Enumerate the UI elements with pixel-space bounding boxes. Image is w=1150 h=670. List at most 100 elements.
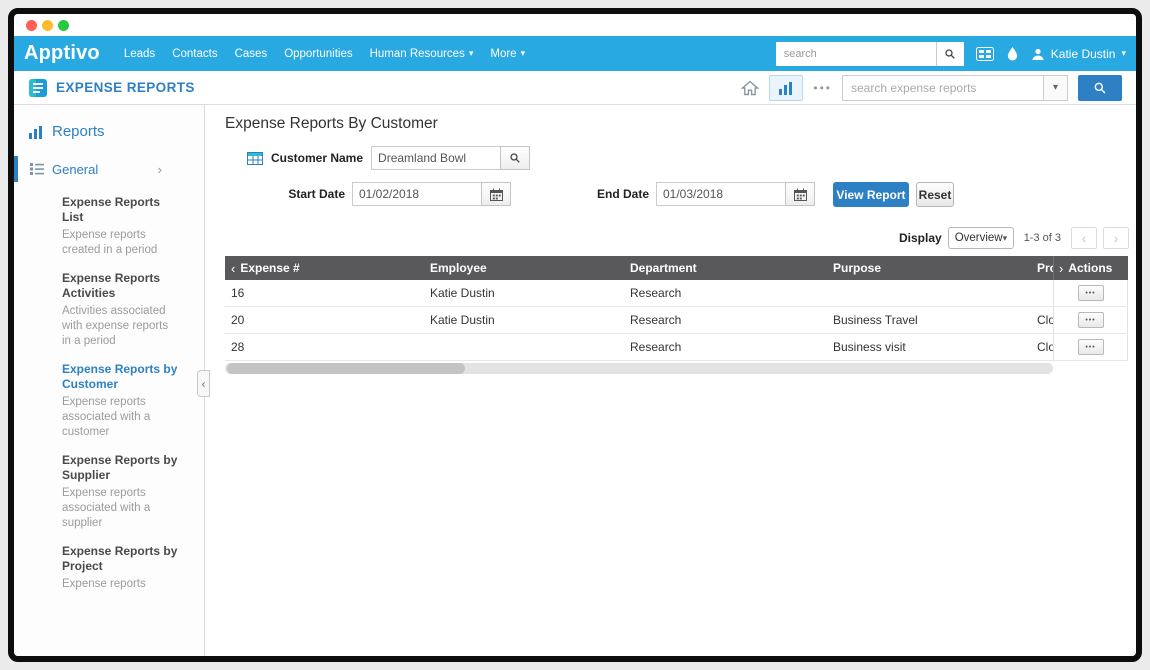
row-actions-button[interactable]: ••• [1078, 339, 1104, 355]
search-scope-dropdown[interactable]: ▾ [1043, 76, 1067, 100]
close-window-button[interactable] [26, 20, 37, 31]
sidebar-report-item[interactable]: Expense Reports by CustomerExpense repor… [62, 362, 178, 440]
expense-table: ‹Expense #Employee Department Purpose Pro › A… [225, 256, 1128, 361]
chevron-right-icon: › [1114, 230, 1119, 246]
calendar-icon [794, 188, 807, 201]
menu-item-human-resources[interactable]: Human Resources▾ [370, 48, 474, 60]
expense-reports-module-icon [28, 78, 48, 98]
bar-chart-icon [28, 125, 44, 139]
cell-employee [428, 334, 628, 360]
module-search-button[interactable] [1078, 75, 1122, 101]
report-main: Expense Reports By Customer Customer Nam… [205, 105, 1136, 656]
row-actions-button[interactable]: ••• [1078, 285, 1104, 301]
column-header-pro[interactable]: Pro [1035, 256, 1053, 280]
content-area: Reports General › Expense Reports ListEx… [14, 105, 1136, 656]
column-label: Employee [430, 261, 487, 275]
apptivo-logo[interactable]: Apptivo [24, 42, 100, 65]
menu-item-leads[interactable]: Leads [124, 48, 155, 60]
reports-view-toggle[interactable] [769, 75, 803, 101]
sidebar-collapse-handle[interactable]: ‹ [197, 370, 210, 397]
horizontal-scrollbar-thumb[interactable] [227, 363, 465, 374]
chevron-right-icon: › [158, 162, 162, 177]
row-actions-button[interactable]: ••• [1078, 312, 1104, 328]
column-label: Department [630, 261, 697, 275]
chevron-left-icon: ‹ [1082, 230, 1087, 246]
column-header-purpose[interactable]: Purpose [831, 256, 1035, 280]
report-item-title: Expense Reports Activities [62, 271, 178, 301]
cell-purpose: Business visit [831, 334, 1035, 360]
cell-department: Research [628, 334, 831, 360]
customer-icon [247, 152, 263, 165]
report-item-title: Expense Reports by Project [62, 544, 178, 574]
report-item-title: Expense Reports List [62, 195, 178, 225]
cell-employee: Katie Dustin [428, 307, 628, 333]
horizontal-scrollbar-track[interactable] [225, 363, 1053, 374]
column-header-department[interactable]: Department [628, 256, 831, 280]
cell-actions: ••• [1053, 307, 1128, 333]
module-search-input[interactable] [843, 76, 1043, 100]
start-date-calendar-button[interactable] [481, 182, 511, 206]
table-header: ‹Expense #Employee Department Purpose Pro › A… [225, 256, 1128, 280]
column-label: Actions [1068, 261, 1112, 275]
app-window: Apptivo Leads Contacts Cases Opportunities H… [8, 8, 1142, 662]
chevron-down-icon: ▾ [521, 49, 526, 58]
column-header-actions[interactable]: › Actions [1053, 256, 1128, 280]
global-search [776, 42, 964, 66]
cell-expense-number: 20 [225, 307, 428, 333]
customer-name-input[interactable] [371, 146, 501, 170]
reports-sidebar: Reports General › Expense Reports ListEx… [14, 105, 205, 656]
cell-project: Clou [1035, 334, 1053, 360]
menu-item-contacts[interactable]: Contacts [172, 48, 217, 60]
date-filter-row: Start Date End Date View Report Reset [205, 182, 1136, 208]
end-date-calendar-button[interactable] [785, 182, 815, 206]
scroll-left-icon[interactable]: ‹ [231, 262, 235, 275]
reset-button[interactable]: Reset [916, 182, 954, 207]
view-report-button[interactable]: View Report [833, 182, 909, 207]
home-icon[interactable] [741, 80, 759, 96]
menu-item-label: More [490, 48, 516, 60]
user-menu[interactable]: Katie Dustin ▾ [1031, 47, 1126, 61]
menu-item-label: Contacts [172, 48, 217, 60]
report-list-icon [30, 163, 44, 175]
sidebar-report-item[interactable]: Expense Reports ListExpense reports crea… [62, 195, 178, 258]
end-date-input[interactable] [656, 182, 786, 206]
sidebar-report-item[interactable]: Expense Reports by SupplierExpense repor… [62, 453, 178, 531]
start-date-label: Start Date [225, 187, 345, 201]
customer-lookup-button[interactable] [500, 146, 530, 170]
sidebar-report-item[interactable]: Expense Reports by ProjectExpense report… [62, 544, 178, 592]
table-row: 16Katie DustinResearch••• [225, 280, 1128, 307]
report-item-description: Expense reports created in a period [62, 228, 178, 258]
section-label: General [52, 162, 98, 177]
column-header-employee[interactable]: Employee [428, 256, 628, 280]
menu-item-cases[interactable]: Cases [235, 48, 268, 60]
scroll-right-icon[interactable]: › [1059, 262, 1063, 275]
cell-department: Research [628, 280, 831, 306]
column-label: Purpose [833, 261, 881, 275]
menu-item-opportunities[interactable]: Opportunities [284, 48, 352, 60]
report-item-description: Expense reports associated with a suppli… [62, 486, 178, 531]
sidebar-report-item[interactable]: Expense Reports ActivitiesActivities ass… [62, 271, 178, 349]
display-dropdown[interactable]: Overview ▾ [948, 227, 1014, 249]
table-body: 16Katie DustinResearch•••20Katie DustinR… [225, 280, 1128, 361]
sidebar-title-label: Reports [52, 123, 105, 140]
sidebar-title[interactable]: Reports [28, 123, 204, 140]
global-search-button[interactable] [936, 42, 964, 66]
report-item-description: Activities associated with expense repor… [62, 304, 178, 349]
ink-drop-icon[interactable] [1006, 46, 1019, 61]
start-date-input[interactable] [352, 182, 482, 206]
previous-page-button[interactable]: ‹ [1071, 227, 1097, 249]
menu-item-more[interactable]: More ▾ [490, 48, 525, 60]
more-options-icon[interactable]: ••• [813, 81, 832, 95]
menu-item-label: Human Resources [370, 48, 465, 60]
minimize-window-button[interactable] [42, 20, 53, 31]
topnav-right: Katie Dustin ▾ [776, 42, 1126, 66]
window-titlebar [14, 14, 1136, 36]
global-search-input[interactable] [776, 42, 936, 66]
sidebar-section-general[interactable]: General › [14, 156, 204, 182]
cell-department: Research [628, 307, 831, 333]
zoom-window-button[interactable] [58, 20, 69, 31]
apps-grid-icon[interactable] [976, 47, 994, 61]
next-page-button[interactable]: › [1103, 227, 1129, 249]
pagination-range: 1-3 of 3 [1024, 232, 1061, 244]
column-header-expense-[interactable]: ‹Expense # [225, 256, 428, 280]
